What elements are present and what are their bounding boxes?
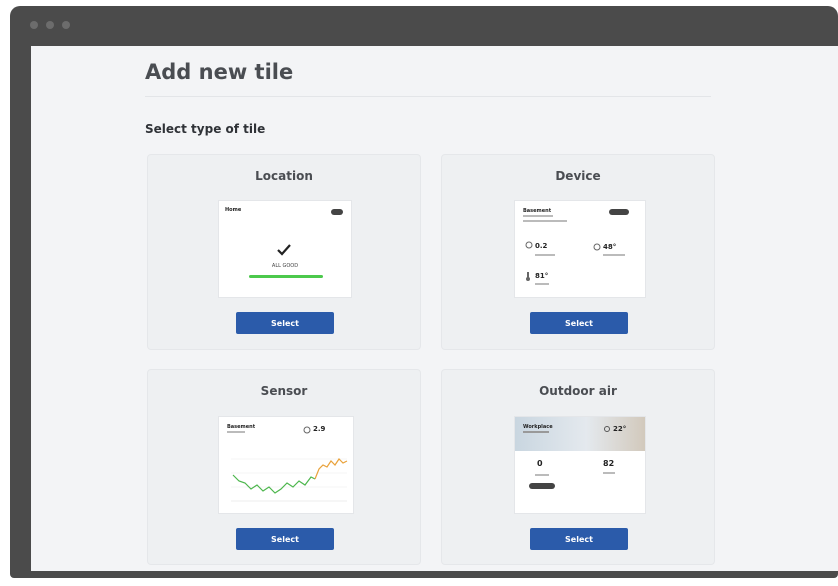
select-button-sensor[interactable]: Select	[236, 528, 334, 550]
badge-icon	[609, 209, 629, 215]
radon-icon	[303, 426, 311, 434]
preview-name: Basement	[523, 208, 552, 214]
tile-card-device: Device Basement 0.2 48° 81° Select	[441, 154, 715, 350]
tile-preview-sensor: Basement 2.9	[218, 416, 354, 514]
tile-preview-device: Basement 0.2 48° 81°	[514, 200, 646, 298]
preview-subtext	[603, 254, 625, 256]
preview-value-a: 0	[537, 459, 543, 468]
tile-title: Location	[255, 169, 313, 183]
preview-temp: 22°	[613, 425, 627, 433]
preview-value-1: 0.2	[535, 242, 548, 250]
tile-card-outdoor-air: Outdoor air Workplace 22° 0 82 Select	[441, 369, 715, 565]
title-divider	[145, 96, 711, 97]
preview-subtext	[523, 220, 567, 222]
preview-subtext	[535, 254, 555, 256]
preview-value-b: 82	[603, 459, 615, 468]
window-dot-icon[interactable]	[46, 21, 54, 29]
preview-name: Basement	[227, 424, 256, 430]
tile-preview-outdoor-air: Workplace 22° 0 82	[514, 416, 646, 514]
sun-icon	[604, 426, 610, 432]
tile-preview-location: Home ALL GOOD	[218, 200, 352, 298]
select-button-location[interactable]: Select	[236, 312, 334, 334]
tile-card-location: Location Home ALL GOOD Select	[147, 154, 421, 350]
tile-title: Device	[555, 169, 601, 183]
browser-window: Add new tile Select type of tile Locatio…	[10, 6, 838, 578]
window-dot-icon[interactable]	[30, 21, 38, 29]
section-label: Select type of tile	[145, 122, 266, 136]
tile-title: Sensor	[260, 384, 308, 398]
badge-icon	[529, 483, 555, 489]
select-button-outdoor-air[interactable]: Select	[530, 528, 628, 550]
preview-subtext	[227, 431, 245, 433]
sensor-line-chart	[231, 458, 348, 502]
tile-card-sensor: Sensor Basement 2.9 Select	[147, 369, 421, 565]
toggle-icon	[331, 209, 343, 215]
page-content: Add new tile Select type of tile Locatio…	[31, 46, 838, 571]
checkmark-icon	[277, 244, 291, 256]
window-controls	[30, 21, 70, 29]
preview-subtext	[603, 472, 615, 474]
preview-value-2: 48°	[603, 243, 617, 251]
page-title: Add new tile	[145, 60, 294, 84]
preview-subtext	[535, 283, 549, 285]
preview-value-3: 81°	[535, 272, 549, 280]
preview-name: Home	[225, 207, 242, 213]
preview-subtext	[523, 215, 553, 217]
radon-icon	[525, 241, 533, 249]
window-dot-icon[interactable]	[62, 21, 70, 29]
map-banner	[515, 417, 645, 451]
thermometer-icon	[526, 272, 530, 281]
humidity-icon	[593, 243, 601, 251]
tile-title: Outdoor air	[539, 384, 617, 398]
preview-subtext	[523, 431, 549, 433]
status-bar	[249, 275, 323, 278]
preview-status: ALL GOOD	[271, 263, 299, 269]
preview-value: 2.9	[313, 425, 326, 433]
select-button-device[interactable]: Select	[530, 312, 628, 334]
preview-name: Workplace	[523, 424, 553, 430]
preview-subtext	[535, 474, 549, 476]
